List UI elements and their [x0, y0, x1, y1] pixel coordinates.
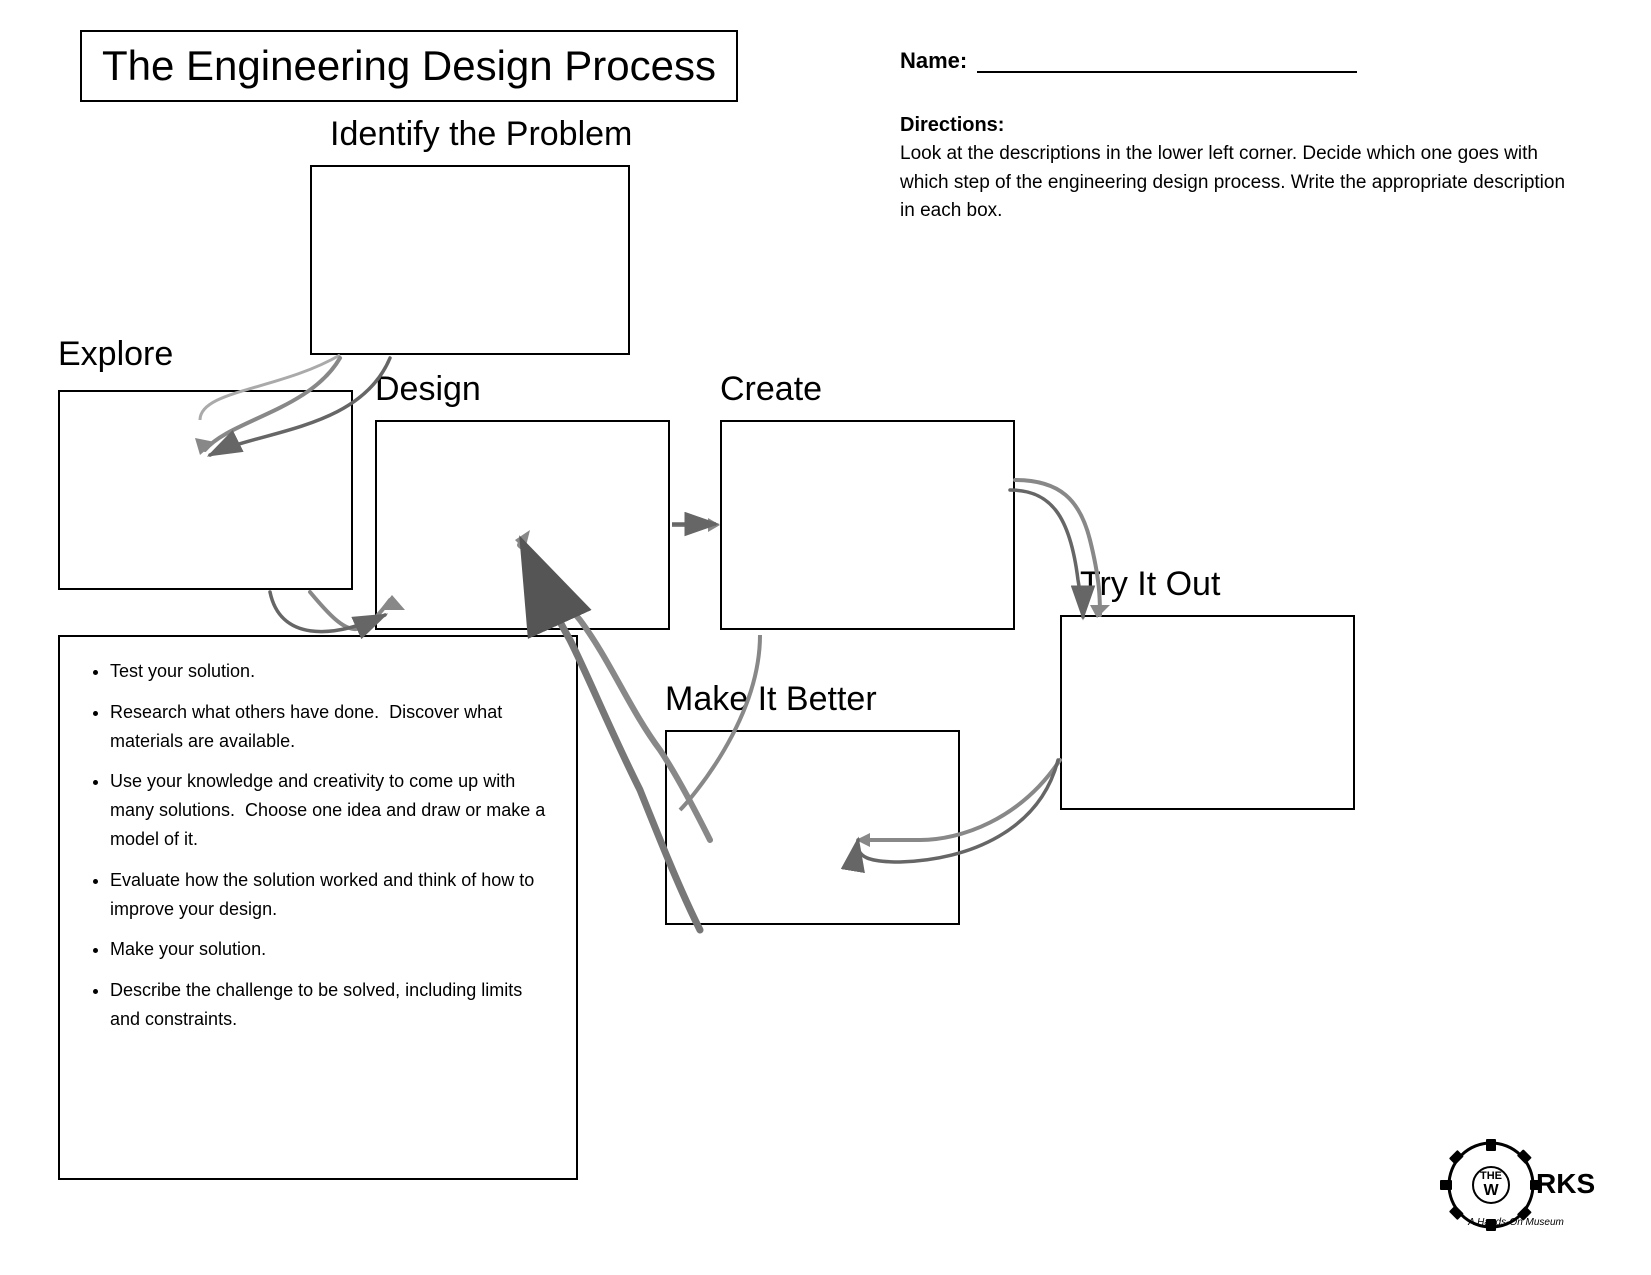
- description-item: Make your solution.: [110, 935, 556, 964]
- name-line: [977, 49, 1357, 73]
- makeitbetter-box: [665, 730, 960, 925]
- description-item: Use your knowledge and creativity to com…: [110, 767, 556, 853]
- descriptions-list: Test your solution. Research what others…: [90, 657, 556, 1034]
- svg-text:A Hands-On Museum: A Hands-On Museum: [1467, 1217, 1564, 1228]
- descriptions-box: Test your solution. Research what others…: [58, 635, 578, 1180]
- page: The Engineering Design Process Name: Dir…: [0, 0, 1651, 1275]
- description-item: Research what others have done. Discover…: [110, 698, 556, 756]
- directions-title: Directions:: [900, 110, 1580, 140]
- directions: Directions: Look at the descriptions in …: [900, 110, 1580, 226]
- name-field: Name:: [900, 48, 1357, 74]
- svg-text:W: W: [1483, 1182, 1499, 1199]
- create-label: Create: [720, 370, 822, 409]
- create-box: [720, 420, 1015, 630]
- design-label: Design: [375, 370, 481, 409]
- logo: THE W RKS A Hands-On Museum: [1436, 1135, 1596, 1240]
- page-title: The Engineering Design Process: [102, 42, 716, 89]
- tryitout-box: [1060, 615, 1355, 810]
- description-item: Describe the challenge to be solved, inc…: [110, 976, 556, 1034]
- identify-label: Identify the Problem: [330, 115, 632, 154]
- description-item: Evaluate how the solution worked and thi…: [110, 866, 556, 924]
- design-box: [375, 420, 670, 630]
- directions-text: Look at the descriptions in the lower le…: [900, 140, 1580, 226]
- makeitbetter-label: Make It Better: [665, 680, 877, 719]
- svg-text:RKS: RKS: [1536, 1168, 1595, 1199]
- tryitout-label: Try It Out: [1080, 565, 1220, 604]
- name-label: Name:: [900, 48, 967, 74]
- svg-text:THE: THE: [1480, 1170, 1502, 1182]
- identify-box: [310, 165, 630, 355]
- title-box: The Engineering Design Process: [80, 30, 738, 102]
- logo-svg: THE W RKS A Hands-On Museum: [1436, 1135, 1596, 1235]
- description-item: Test your solution.: [110, 657, 556, 686]
- explore-box: [58, 390, 353, 590]
- explore-label: Explore: [58, 335, 173, 374]
